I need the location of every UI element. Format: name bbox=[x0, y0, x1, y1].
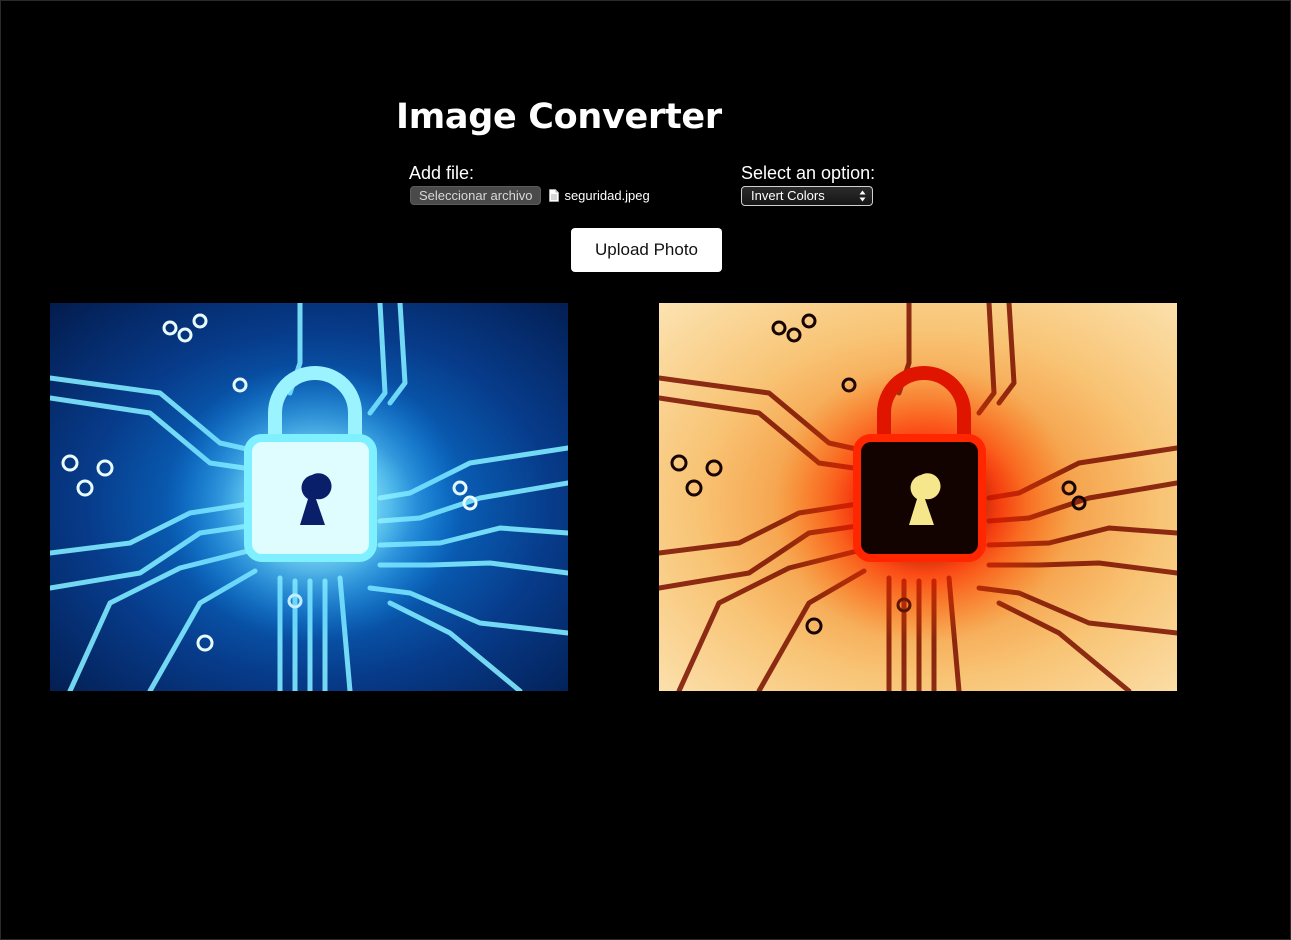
circuit-lock-image-inverted bbox=[659, 303, 1177, 691]
converted-image bbox=[659, 303, 1177, 691]
selected-file-name: seguridad.jpeg bbox=[564, 188, 650, 203]
document-icon bbox=[549, 189, 560, 202]
select-arrows-icon bbox=[859, 190, 866, 202]
choose-file-button[interactable]: Seleccionar archivo bbox=[410, 186, 542, 205]
option-select[interactable]: Invert Colors bbox=[741, 186, 873, 206]
select-option-label: Select an option: bbox=[741, 163, 876, 183]
page-title: Image Converter bbox=[396, 97, 722, 137]
add-file-label: Add file: bbox=[409, 163, 475, 183]
original-image bbox=[50, 303, 568, 691]
circuit-lock-image bbox=[50, 303, 568, 691]
file-input[interactable]: Seleccionar archivo seguridad.jpeg bbox=[410, 186, 650, 205]
selected-option-value: Invert Colors bbox=[751, 188, 825, 203]
upload-photo-button[interactable]: Upload Photo bbox=[571, 228, 722, 272]
